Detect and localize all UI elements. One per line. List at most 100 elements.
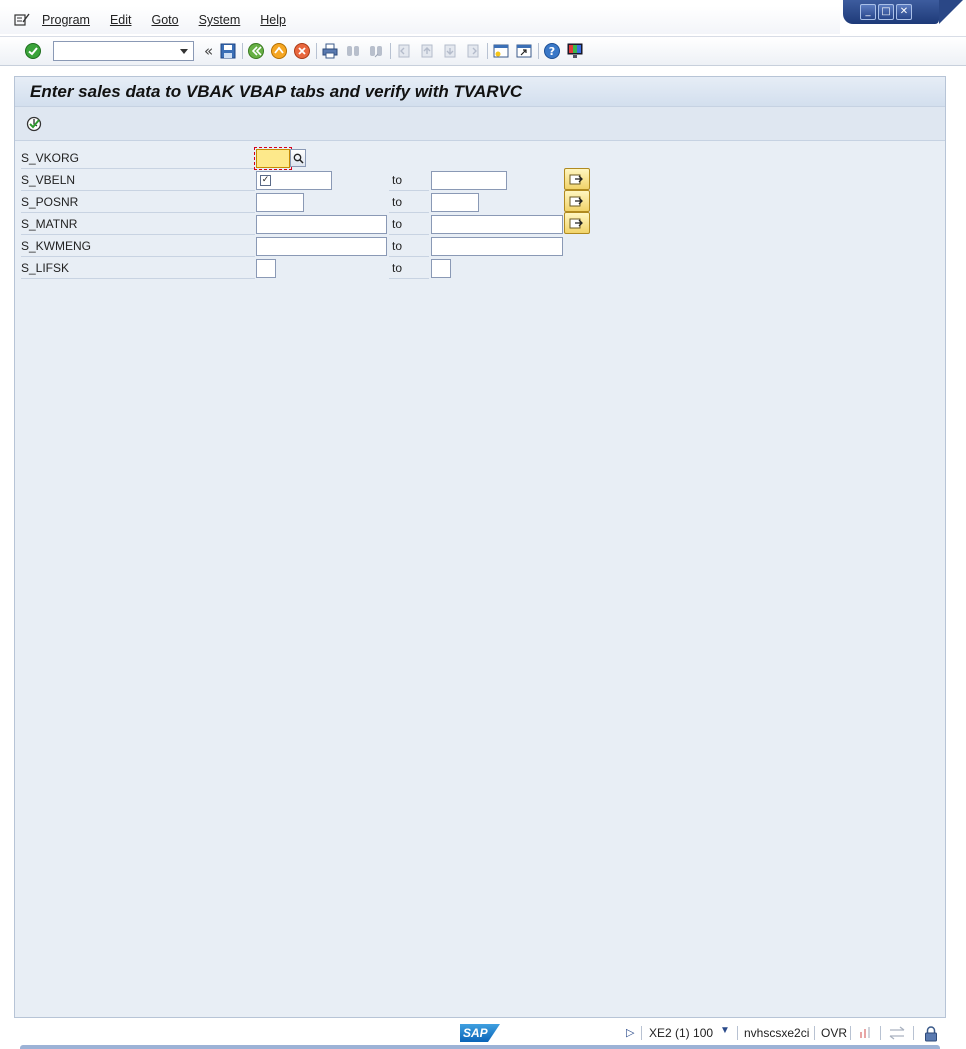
to-label: to — [389, 214, 429, 235]
sap-logo: SAP — [460, 1024, 500, 1042]
checkbox-checked-icon[interactable]: ✓ — [260, 175, 271, 186]
field-label: S_VBELN — [21, 170, 255, 191]
menu-icon[interactable] — [14, 13, 30, 27]
status-separator — [641, 1026, 642, 1040]
window-controls: _ □ ✕ — [843, 0, 963, 24]
connection-icon — [858, 1026, 872, 1043]
multiple-selection-button[interactable] — [564, 190, 590, 212]
shortcut-icon[interactable] — [515, 42, 533, 60]
collapse-command-icon[interactable]: « — [204, 42, 213, 60]
field-label: S_POSNR — [21, 192, 255, 213]
standard-toolbar: « ? — [0, 36, 966, 66]
to-label: to — [389, 192, 429, 213]
minimize-icon[interactable]: _ — [860, 4, 876, 20]
page-title: Enter sales data to VBAK VBAP tabs and v… — [30, 81, 523, 101]
close-icon[interactable]: ✕ — [896, 4, 912, 20]
menu-goto-label: Goto — [151, 13, 179, 27]
to-label: to — [389, 236, 429, 257]
toolbar-separator — [538, 43, 540, 59]
s-posnr-high-input[interactable] — [431, 193, 479, 212]
find-next-icon[interactable] — [367, 42, 385, 60]
last-page-icon[interactable] — [464, 42, 482, 60]
menu-goto[interactable]: Goto — [151, 13, 178, 27]
transfer-icon — [888, 1026, 906, 1043]
toolbar-separator — [316, 43, 318, 59]
status-separator — [814, 1026, 815, 1040]
field-label: S_MATNR — [21, 214, 255, 235]
field-label: S_LIFSK — [21, 258, 255, 279]
multiple-selection-icon — [569, 196, 583, 207]
s-vkorg-low-input[interactable] — [254, 147, 292, 170]
toolbar-separator — [242, 43, 244, 59]
back-icon[interactable] — [247, 42, 265, 60]
status-separator — [850, 1026, 851, 1040]
status-bar-accent — [20, 1045, 940, 1049]
previous-page-icon[interactable] — [418, 42, 436, 60]
screen-title-bar: Enter sales data to VBAK VBAP tabs and v… — [15, 77, 945, 107]
multiple-selection-button[interactable] — [564, 168, 590, 190]
system-info: XE2 (1) 100 — [649, 1026, 714, 1040]
s-lifsk-high-input[interactable] — [431, 259, 451, 278]
status-separator — [913, 1026, 914, 1040]
cancel-icon[interactable] — [293, 42, 311, 60]
menu-program-label: Program — [42, 13, 90, 27]
s-matnr-low-input[interactable] — [256, 215, 387, 234]
s-matnr-high-input[interactable] — [431, 215, 563, 234]
chevron-down-icon[interactable]: ▼ — [720, 1025, 730, 1036]
search-help-button[interactable] — [290, 149, 306, 167]
insert-mode[interactable]: OVR — [821, 1026, 847, 1040]
find-icon[interactable] — [344, 42, 362, 60]
menu-system-label: System — [198, 13, 241, 27]
search-icon — [293, 153, 304, 164]
to-label: to — [389, 258, 429, 279]
chevron-down-icon[interactable] — [180, 49, 188, 54]
s-lifsk-low-input[interactable] — [256, 259, 276, 278]
save-icon[interactable] — [219, 42, 237, 60]
first-page-icon[interactable] — [395, 42, 413, 60]
menu-program[interactable]: Program — [42, 13, 90, 27]
main-panel: Enter sales data to VBAK VBAP tabs and v… — [14, 76, 946, 1018]
lock-icon[interactable] — [924, 1026, 938, 1045]
s-vbeln-high-input[interactable] — [431, 171, 507, 190]
status-separator — [880, 1026, 881, 1040]
s-vbeln-low-input[interactable]: ✓ — [256, 171, 332, 190]
menu-help[interactable]: Help — [260, 13, 286, 27]
server-name: nvhscsxe2ci — [744, 1026, 810, 1040]
status-separator — [737, 1026, 738, 1040]
menu-edit-label: Edit — [109, 13, 132, 27]
selection-row-s-lifsk: S_LIFSK to — [19, 258, 599, 280]
s-posnr-low-input[interactable] — [256, 193, 304, 212]
selection-row-s-kwmeng: S_KWMENG to — [19, 236, 599, 258]
menu-edit[interactable]: Edit — [110, 13, 132, 27]
maximize-icon[interactable]: □ — [878, 4, 894, 20]
toolbar-separator — [487, 43, 489, 59]
print-icon[interactable] — [321, 42, 339, 60]
exit-icon[interactable] — [270, 42, 288, 60]
customize-layout-icon[interactable] — [566, 42, 584, 60]
multiple-selection-icon — [569, 218, 583, 229]
svg-text:?: ? — [549, 45, 555, 58]
enter-icon[interactable] — [24, 42, 42, 60]
create-session-icon[interactable] — [492, 42, 510, 60]
menu-help-label: Help — [260, 13, 286, 27]
selection-row-s-posnr: S_POSNR to — [19, 190, 599, 214]
s-kwmeng-high-input[interactable] — [431, 237, 563, 256]
execute-icon[interactable] — [25, 115, 43, 133]
multiple-selection-icon — [569, 174, 583, 185]
menu-bar: Program Edit Goto System Help — [0, 6, 840, 34]
toolbar-separator — [390, 43, 392, 59]
application-toolbar — [15, 107, 945, 141]
command-field[interactable] — [53, 41, 194, 61]
s-kwmeng-low-input[interactable] — [256, 237, 387, 256]
multiple-selection-button[interactable] — [564, 212, 590, 234]
menu-system[interactable]: System — [199, 13, 241, 27]
field-label: S_VKORG — [21, 148, 255, 169]
selection-row-s-matnr: S_MATNR to — [19, 212, 599, 236]
to-label: to — [389, 170, 429, 191]
selection-row-s-vbeln: S_VBELN ✓ to — [19, 168, 599, 192]
next-page-icon[interactable] — [441, 42, 459, 60]
help-icon[interactable]: ? — [543, 42, 561, 60]
selection-row-s-vkorg: S_VKORG — [19, 147, 599, 170]
play-icon[interactable]: ▷ — [626, 1026, 634, 1039]
field-label: S_KWMENG — [21, 236, 255, 257]
